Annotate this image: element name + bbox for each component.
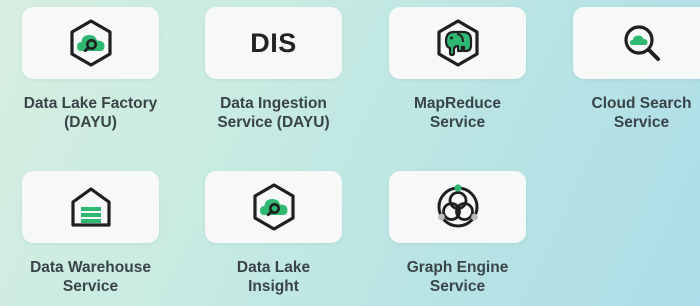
- service-label-line: Service (DAYU): [217, 113, 330, 131]
- service-label: Graph Engine Service: [369, 259, 546, 296]
- service-label: Data Lake Factory (DAYU): [2, 95, 179, 132]
- service-card[interactable]: [573, 7, 700, 79]
- warehouse-icon: [66, 182, 116, 232]
- service-label-line: Service: [613, 113, 670, 131]
- service-label: Cloud Search Service: [553, 95, 700, 132]
- dis-text-icon: DIS: [250, 27, 297, 58]
- service-card[interactable]: [389, 171, 526, 243]
- service-label-line: MapReduce: [414, 95, 501, 112]
- magnifier-cloud-icon: [617, 18, 667, 68]
- hexagon-cloud-search-icon: [249, 182, 299, 232]
- elephant-icon: [433, 18, 483, 68]
- service-label-line: Service: [429, 277, 486, 295]
- service-card[interactable]: DIS: [205, 7, 342, 79]
- service-card[interactable]: [389, 7, 526, 79]
- service-label-line: Cloud Search: [591, 95, 692, 112]
- service-label: Data Warehouse Service: [2, 259, 179, 296]
- service-label-line: Service: [429, 113, 486, 131]
- service-card[interactable]: [22, 171, 159, 243]
- hexagon-cloud-search-icon: [66, 18, 116, 68]
- service-label: Data Ingestion Service (DAYU): [185, 95, 362, 132]
- service-label-line: Insight: [248, 277, 299, 295]
- graph-circle-icon: [431, 180, 485, 234]
- service-card[interactable]: [22, 7, 159, 79]
- service-label-line: Data Lake Factory: [23, 95, 158, 112]
- service-label: MapReduce Service: [369, 95, 546, 132]
- service-label-line: Data Ingestion: [220, 95, 327, 112]
- service-card[interactable]: [205, 171, 342, 243]
- service-label-line: Data Warehouse: [30, 259, 151, 276]
- service-label: Data Lake Insight: [185, 259, 362, 296]
- service-label-line: Data Lake: [236, 259, 311, 276]
- service-label-line: Graph Engine: [406, 259, 509, 276]
- service-label-line: Service: [62, 277, 119, 295]
- service-label-line: (DAYU): [64, 113, 117, 131]
